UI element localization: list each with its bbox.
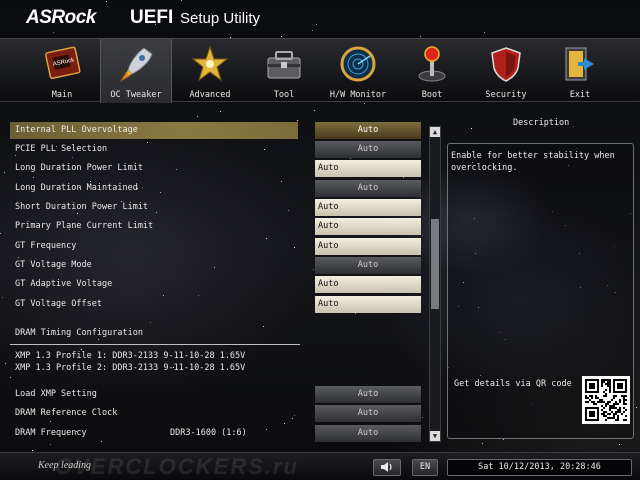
tab-main[interactable]: ASRock Main xyxy=(26,39,98,103)
radar-icon xyxy=(340,46,376,82)
value-gt-voltage-mode[interactable]: Auto xyxy=(315,257,421,274)
setting-short-duration-power-limit[interactable]: Short Duration Power Limit xyxy=(10,199,298,216)
header: ASRock UEFI Setup Utility xyxy=(0,0,640,40)
tab-label: Main xyxy=(51,90,73,100)
qr-label: Get details via QR code xyxy=(454,379,572,389)
scroll-down-icon[interactable]: ▼ xyxy=(430,431,440,441)
tab-exit[interactable]: Exit xyxy=(544,39,616,103)
tab-oc-tweaker[interactable]: OC Tweaker xyxy=(100,39,172,103)
footer: OVERCLOCKERS.ru Keep leading EN Sat 10/1… xyxy=(0,452,640,480)
setting-pcie-pll-selection[interactable]: PCIE PLL Selection xyxy=(10,141,298,158)
qr-code[interactable] xyxy=(582,376,630,424)
setting-long-duration-power-limit[interactable]: Long Duration Power Limit xyxy=(10,160,298,177)
value-internal-pll-overvoltage[interactable]: Auto xyxy=(315,122,421,139)
value-pcie-pll-selection[interactable]: Auto xyxy=(315,141,421,158)
tab-hw-monitor[interactable]: H/W Monitor xyxy=(322,39,394,103)
asrock-logo: ASRock xyxy=(26,7,96,28)
tab-label: Tool xyxy=(273,90,295,100)
setting-primary-plane-current-limit[interactable]: Primary Plane Current Limit xyxy=(10,218,298,235)
value-gt-frequency[interactable]: Auto xyxy=(315,238,421,255)
tab-label: Advanced xyxy=(189,90,231,100)
value-dram-frequency[interactable]: Auto xyxy=(315,425,421,442)
section-dram-timing: DRAM Timing Configuration xyxy=(15,328,143,338)
tab-bar: ASRock Main OC Tweaker Advanced Tool H/W… xyxy=(0,38,640,103)
slogan: Keep leading xyxy=(38,460,92,471)
setup-utility-title: Setup Utility xyxy=(180,10,261,27)
tab-advanced[interactable]: Advanced xyxy=(174,39,246,103)
date-time: Sat 10/12/2013, 20:28:46 xyxy=(447,459,632,476)
setting-gt-adaptive-voltage[interactable]: GT Adaptive Voltage xyxy=(10,276,298,293)
description-panel: Enable for better stability when overclo… xyxy=(447,143,634,439)
setting-gt-voltage-offset[interactable]: GT Voltage Offset xyxy=(10,296,298,313)
tab-boot[interactable]: Boot xyxy=(396,39,468,103)
value-short-duration-power-limit[interactable]: Auto xyxy=(315,199,421,216)
setting-gt-frequency[interactable]: GT Frequency xyxy=(10,238,298,255)
value-gt-adaptive-voltage[interactable]: Auto xyxy=(315,276,421,293)
xmp-profile-1: XMP 1.3 Profile 1: DDR3-2133 9-11-10-28 … xyxy=(15,351,246,361)
sound-button[interactable] xyxy=(373,459,401,476)
tab-label: OC Tweaker xyxy=(110,90,162,100)
setting-load-xmp[interactable]: Load XMP Setting xyxy=(10,386,298,403)
settings-panel: Internal PLL Overvoltage Auto PCIE PLL S… xyxy=(0,103,640,447)
value-long-duration-maintained[interactable]: Auto xyxy=(315,180,421,197)
tab-security[interactable]: Security xyxy=(470,39,542,103)
description-text: Enable for better stability when overclo… xyxy=(451,151,615,173)
section-divider xyxy=(10,344,300,345)
scroll-up-icon[interactable]: ▲ xyxy=(430,127,440,137)
current-dram-frequency: DDR3-1600 (1:6) xyxy=(170,428,247,438)
tab-label: H/W Monitor xyxy=(329,90,387,100)
setting-dram-frequency[interactable]: DRAM Frequency DDR3-1600 (1:6) xyxy=(10,425,298,442)
exit-door-icon xyxy=(565,47,594,81)
description-title: Description xyxy=(513,118,570,128)
value-load-xmp[interactable]: Auto xyxy=(315,386,421,403)
star xyxy=(32,450,33,451)
xmp-profile-2: XMP 1.3 Profile 2: DDR3-2133 9-11-10-28 … xyxy=(15,363,246,373)
value-dram-reference-clock[interactable]: Auto xyxy=(315,405,421,422)
setting-dram-reference-clock[interactable]: DRAM Reference Clock xyxy=(10,405,298,422)
value-primary-plane-current-limit[interactable]: Auto xyxy=(315,218,421,235)
uefi-title: UEFI xyxy=(130,7,174,28)
tab-label: Exit xyxy=(569,90,591,100)
rocket-icon xyxy=(120,47,153,82)
language-button[interactable]: EN xyxy=(412,459,438,476)
setting-label: DRAM Frequency xyxy=(15,428,87,438)
setting-internal-pll-overvoltage[interactable]: Internal PLL Overvoltage xyxy=(10,122,298,139)
speaker-icon xyxy=(381,462,392,472)
tab-label: Security xyxy=(485,90,527,100)
tab-tool[interactable]: Tool xyxy=(248,39,320,103)
star-burst-icon xyxy=(191,45,229,82)
value-long-duration-power-limit[interactable]: Auto xyxy=(315,160,421,177)
setting-long-duration-maintained[interactable]: Long Duration Maintained xyxy=(10,180,298,197)
value-gt-voltage-offset[interactable]: Auto xyxy=(315,296,421,313)
qr-code-icon xyxy=(585,379,627,421)
toolbox-icon xyxy=(267,51,301,79)
joystick-icon xyxy=(418,46,446,82)
watermark: OVERCLOCKERS.ru xyxy=(55,454,299,479)
tab-label: Boot xyxy=(421,90,443,100)
scrollbar[interactable]: ▲ ▼ xyxy=(429,126,441,442)
shield-icon xyxy=(491,47,521,82)
scroll-thumb[interactable] xyxy=(431,219,439,309)
setting-gt-voltage-mode[interactable]: GT Voltage Mode xyxy=(10,257,298,274)
main-chip-icon: ASRock xyxy=(45,46,81,80)
